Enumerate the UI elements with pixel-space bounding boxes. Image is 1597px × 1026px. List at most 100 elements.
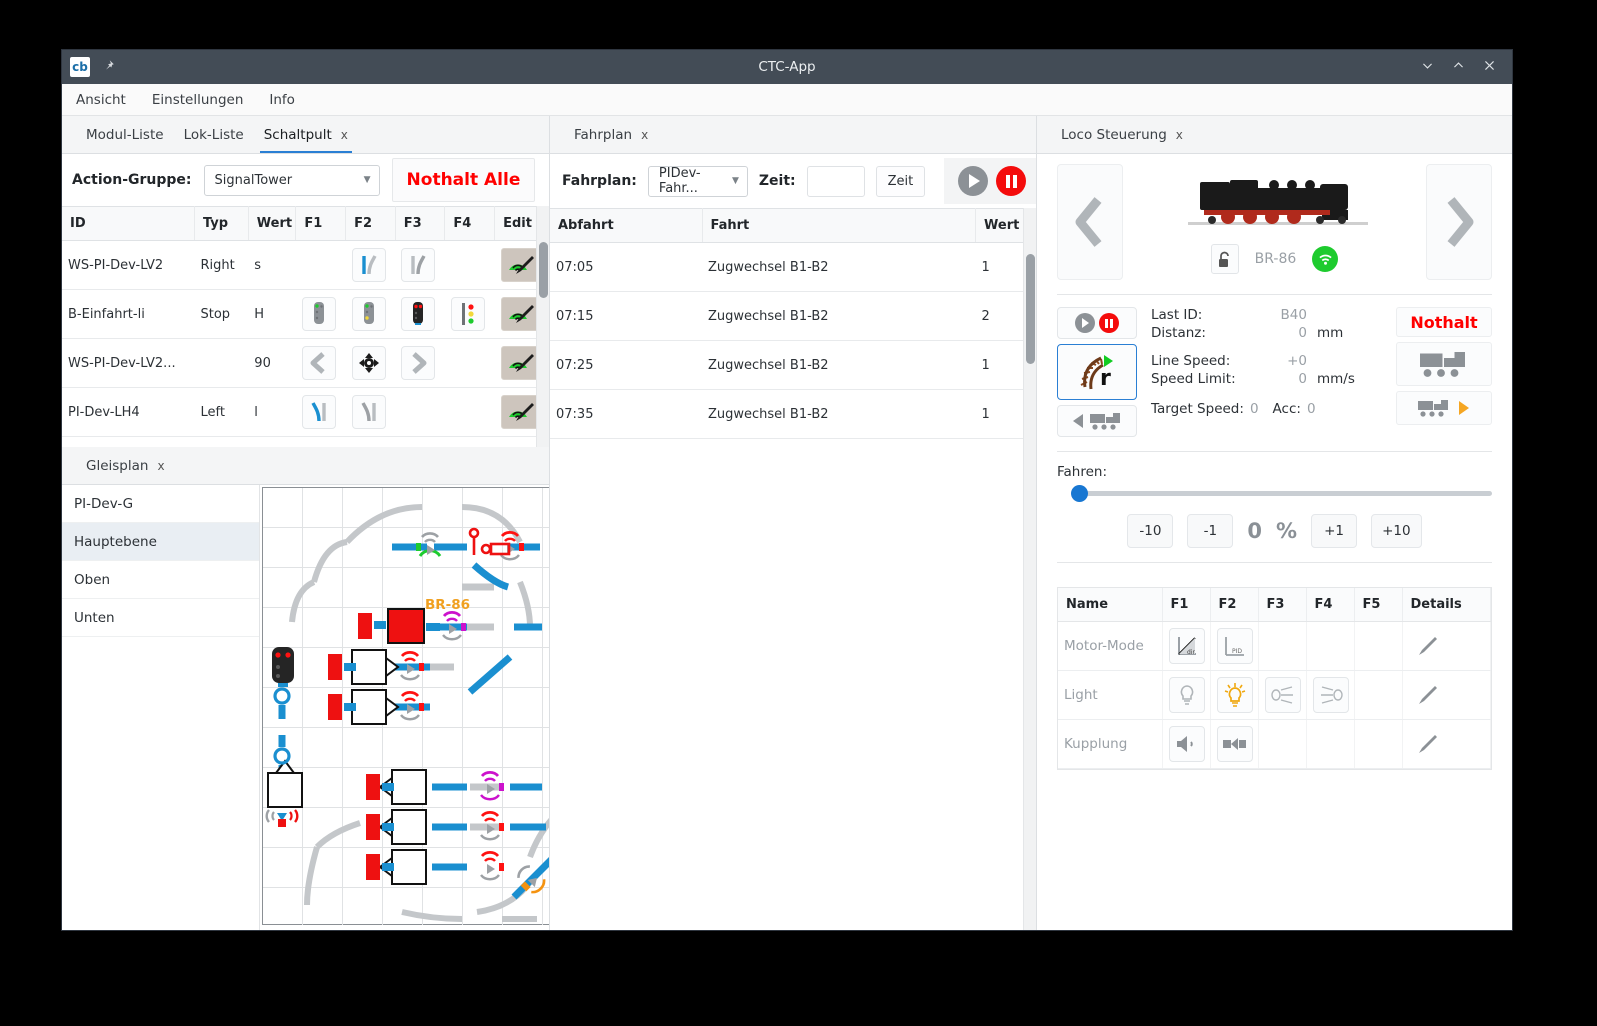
table-row[interactable]: PI-Dev-LH4 Left l xyxy=(62,387,549,437)
tab-close-icon[interactable]: x xyxy=(641,128,648,142)
cell-name: Kupplung xyxy=(1058,719,1163,769)
turnout-curved-icon[interactable] xyxy=(401,248,436,282)
next-loco-button[interactable] xyxy=(1426,164,1492,280)
unlock-icon[interactable] xyxy=(1210,244,1239,274)
table-row[interactable]: 07:15 Zugwechsel B1-B2 2 xyxy=(550,291,1036,341)
cell-name: Motor-Mode xyxy=(1058,621,1163,671)
bulb-off-icon[interactable] xyxy=(1168,677,1205,713)
table-row[interactable]: 07:05 Zugwechsel B1-B2 1 xyxy=(550,242,1036,292)
fahren-slider[interactable] xyxy=(1067,484,1492,502)
horn-icon[interactable] xyxy=(1168,726,1205,762)
signal-yellow-icon[interactable] xyxy=(351,296,386,331)
nothalt-button[interactable]: Nothalt xyxy=(1396,307,1492,337)
col-wert: Wert xyxy=(248,206,297,241)
track-direction-button[interactable]: r xyxy=(1057,344,1137,400)
step-minus-1-button[interactable]: -1 xyxy=(1187,514,1234,548)
slider-knob[interactable] xyxy=(1071,485,1088,502)
app-window: cb CTC-App Ansicht Einstellungen Info Mo… xyxy=(62,50,1512,930)
divider xyxy=(1057,294,1492,295)
arrow-right-icon[interactable] xyxy=(401,346,436,380)
menu-info[interactable]: Info xyxy=(269,92,295,108)
col-typ: Typ xyxy=(194,206,249,241)
bulb-on-icon[interactable] xyxy=(1216,677,1253,713)
edit-signal-icon[interactable] xyxy=(500,297,539,331)
edit-signal-icon[interactable] xyxy=(500,395,539,429)
motor-dir-icon[interactable]: dir xyxy=(1168,628,1205,664)
prev-loco-button[interactable] xyxy=(1057,164,1123,280)
tab-modul-liste[interactable]: Modul-Liste xyxy=(76,127,174,153)
col-f4: F4 xyxy=(1306,588,1355,622)
pencil-icon[interactable] xyxy=(1409,629,1445,663)
pin-icon[interactable] xyxy=(102,59,115,76)
coupler-icon[interactable] xyxy=(1216,726,1253,762)
fahrplan-scrollbar[interactable] xyxy=(1023,208,1036,930)
fahrplan-select[interactable]: PIDev-Fahr... ▼ xyxy=(647,165,748,197)
tab-loco-steuerung[interactable]: Loco Steuerung x xyxy=(1051,127,1193,153)
level-item-hauptebene[interactable]: Hauptebene xyxy=(62,523,259,561)
loco-reverse-button[interactable] xyxy=(1057,405,1137,437)
zeit-button[interactable]: Zeit xyxy=(875,165,926,197)
divider xyxy=(1057,451,1492,452)
center-target-icon[interactable] xyxy=(351,346,386,380)
nothalt-alle-button[interactable]: Nothalt Alle xyxy=(391,158,536,202)
level-item-oben[interactable]: Oben xyxy=(62,561,259,599)
scrollbar-thumb[interactable] xyxy=(1026,254,1035,364)
table-row[interactable]: WS-PI-Dev-LV2... 90 xyxy=(62,338,549,388)
headlight-right-icon[interactable] xyxy=(1312,677,1349,713)
chevron-down-icon[interactable] xyxy=(1421,59,1434,75)
schaltpult-scrollbar[interactable] xyxy=(536,206,549,447)
action-gruppe-select[interactable]: SignalTower ▼ xyxy=(203,164,380,196)
step-plus-10-button[interactable]: +10 xyxy=(1371,514,1422,548)
middle-column: Fahrplan x Fahrplan: PIDev-Fahr... ▼ Zei… xyxy=(549,116,1041,930)
left-tabstrip: Modul-Liste Lok-Liste Schaltpult x xyxy=(62,116,549,154)
edit-signal-icon[interactable] xyxy=(500,346,539,380)
headlight-left-icon[interactable] xyxy=(1264,677,1301,713)
signal-green-icon[interactable] xyxy=(301,296,336,331)
gleisplan-canvas[interactable]: BR-86 xyxy=(260,485,549,930)
track-plan-diagram[interactable]: BR-86 xyxy=(262,487,549,927)
table-row[interactable]: WS-PI-Dev-LV2 Right s xyxy=(62,240,549,290)
scrollbar-thumb[interactable] xyxy=(539,242,548,298)
level-item-pi-dev-g[interactable]: PI-Dev-G xyxy=(62,485,259,523)
table-row[interactable]: Kupplung xyxy=(1058,719,1491,769)
tab-close-icon[interactable]: x xyxy=(1176,128,1183,142)
table-row[interactable]: B-Einfahrt-li Stop H xyxy=(62,289,549,339)
pause-icon[interactable] xyxy=(996,166,1027,196)
tab-fahrplan[interactable]: Fahrplan x xyxy=(564,127,658,153)
close-icon[interactable] xyxy=(1483,59,1496,75)
tab-schaltpult[interactable]: Schaltpult x xyxy=(254,127,358,153)
pencil-icon[interactable] xyxy=(1409,678,1445,712)
cell-f3 xyxy=(395,387,445,437)
table-row[interactable]: Motor-Mode dir PID xyxy=(1058,621,1491,671)
arrow-left-icon[interactable] xyxy=(301,346,336,380)
turnout-straight-icon[interactable] xyxy=(351,248,386,282)
step-plus-1-button[interactable]: +1 xyxy=(1311,514,1358,548)
pencil-icon[interactable] xyxy=(1409,727,1445,761)
chevron-up-icon[interactable] xyxy=(1452,59,1465,75)
edit-signal-icon[interactable] xyxy=(500,248,539,282)
tab-lok-liste[interactable]: Lok-Liste xyxy=(174,127,254,153)
loco-stop-button[interactable] xyxy=(1396,342,1492,386)
play-icon[interactable] xyxy=(958,166,989,196)
motor-pid-icon[interactable]: PID xyxy=(1216,628,1253,664)
tab-gleisplan[interactable]: Gleisplan x xyxy=(76,458,175,484)
fahren-value: 0 xyxy=(1247,519,1263,543)
play-pause-button[interactable] xyxy=(1057,307,1137,339)
table-row[interactable]: 07:25 Zugwechsel B1-B2 1 xyxy=(550,340,1036,390)
signal-red-icon[interactable] xyxy=(401,296,436,331)
tab-close-icon[interactable]: x xyxy=(157,459,164,473)
tab-close-icon[interactable]: x xyxy=(341,128,348,142)
turnout-left-blue-icon[interactable] xyxy=(301,395,336,429)
loco-forward-button[interactable] xyxy=(1396,391,1492,425)
zeit-input[interactable] xyxy=(806,165,865,197)
arrow-left-icon xyxy=(1073,414,1083,428)
signal-tower-icon[interactable] xyxy=(450,296,485,331)
turnout-left-gray-icon[interactable] xyxy=(351,395,386,429)
menu-einstellungen[interactable]: Einstellungen xyxy=(152,92,244,108)
step-minus-10-button[interactable]: -10 xyxy=(1127,514,1174,548)
level-label: Oben xyxy=(74,571,111,588)
table-row[interactable]: Light xyxy=(1058,670,1491,720)
menu-ansicht[interactable]: Ansicht xyxy=(76,92,126,108)
table-row[interactable]: 07:35 Zugwechsel B1-B2 1 xyxy=(550,389,1036,439)
level-item-unten[interactable]: Unten xyxy=(62,599,259,637)
